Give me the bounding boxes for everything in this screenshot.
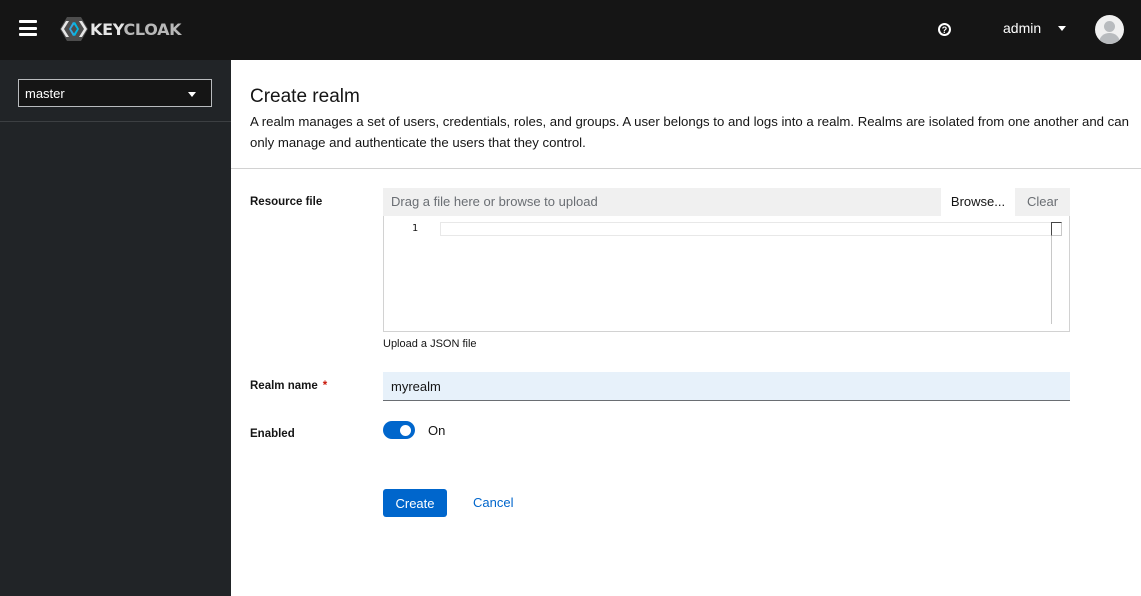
logo-text-first: KEY — [90, 19, 124, 39]
user-menu-toggle[interactable]: admin — [1003, 20, 1067, 36]
caret-down-icon — [1058, 25, 1067, 31]
browse-button[interactable]: Browse... — [941, 188, 1015, 216]
cancel-button[interactable]: Cancel — [473, 495, 513, 510]
page-header: Create realm A realm manages a set of us… — [231, 60, 1141, 169]
realm-selector[interactable]: master — [18, 79, 212, 107]
switch-knob — [400, 424, 411, 436]
keycloak-logo[interactable]: KEYCLOAK — [60, 16, 182, 42]
current-line-highlight — [440, 222, 1062, 236]
required-mark: * — [322, 380, 328, 392]
file-upload-bar: Drag a file here or browse to upload Bro… — [383, 188, 1070, 216]
line-number: 1 — [412, 223, 419, 234]
enabled-state-label: On — [428, 423, 446, 438]
realm-name-input[interactable] — [383, 372, 1070, 401]
sidebar: master — [0, 60, 231, 596]
sidebar-divider — [0, 121, 231, 122]
resource-file-helper: Upload a JSON file — [383, 338, 477, 350]
resource-file-label: Resource file — [250, 196, 323, 208]
clear-button[interactable]: Clear — [1015, 188, 1070, 216]
main-content: Create realm A realm manages a set of us… — [231, 60, 1141, 596]
file-upload-placeholder[interactable]: Drag a file here or browse to upload — [383, 188, 941, 216]
keycloak-hexagon-icon — [60, 17, 88, 41]
help-icon[interactable]: ? — [938, 23, 951, 36]
logo-text: KEYCLOAK — [90, 19, 182, 39]
avatar[interactable] — [1095, 15, 1124, 44]
masthead: KEYCLOAK ? admin — [0, 0, 1141, 60]
enabled-label: Enabled — [250, 428, 295, 440]
realm-selected: master — [25, 85, 65, 101]
editor-scrollbar[interactable] — [1051, 222, 1052, 324]
editor-scrollbar-thumb[interactable] — [1051, 222, 1062, 236]
hamburger-icon[interactable] — [19, 20, 37, 36]
logo-text-rest: CLOAK — [123, 19, 182, 39]
page-title: Create realm — [250, 86, 360, 107]
enabled-switch[interactable] — [383, 421, 415, 439]
page-description: A realm manages a set of users, credenti… — [250, 114, 1129, 150]
code-editor[interactable]: 1 — [383, 216, 1070, 332]
user-name: admin — [1003, 20, 1042, 36]
realm-name-label: Realm name * — [250, 380, 327, 392]
avatar-head-shape — [1104, 21, 1115, 32]
avatar-body-shape — [1099, 33, 1120, 44]
realm-name-label-text: Realm name — [250, 380, 318, 392]
caret-down-icon — [188, 92, 196, 97]
create-button[interactable]: Create — [383, 489, 447, 517]
